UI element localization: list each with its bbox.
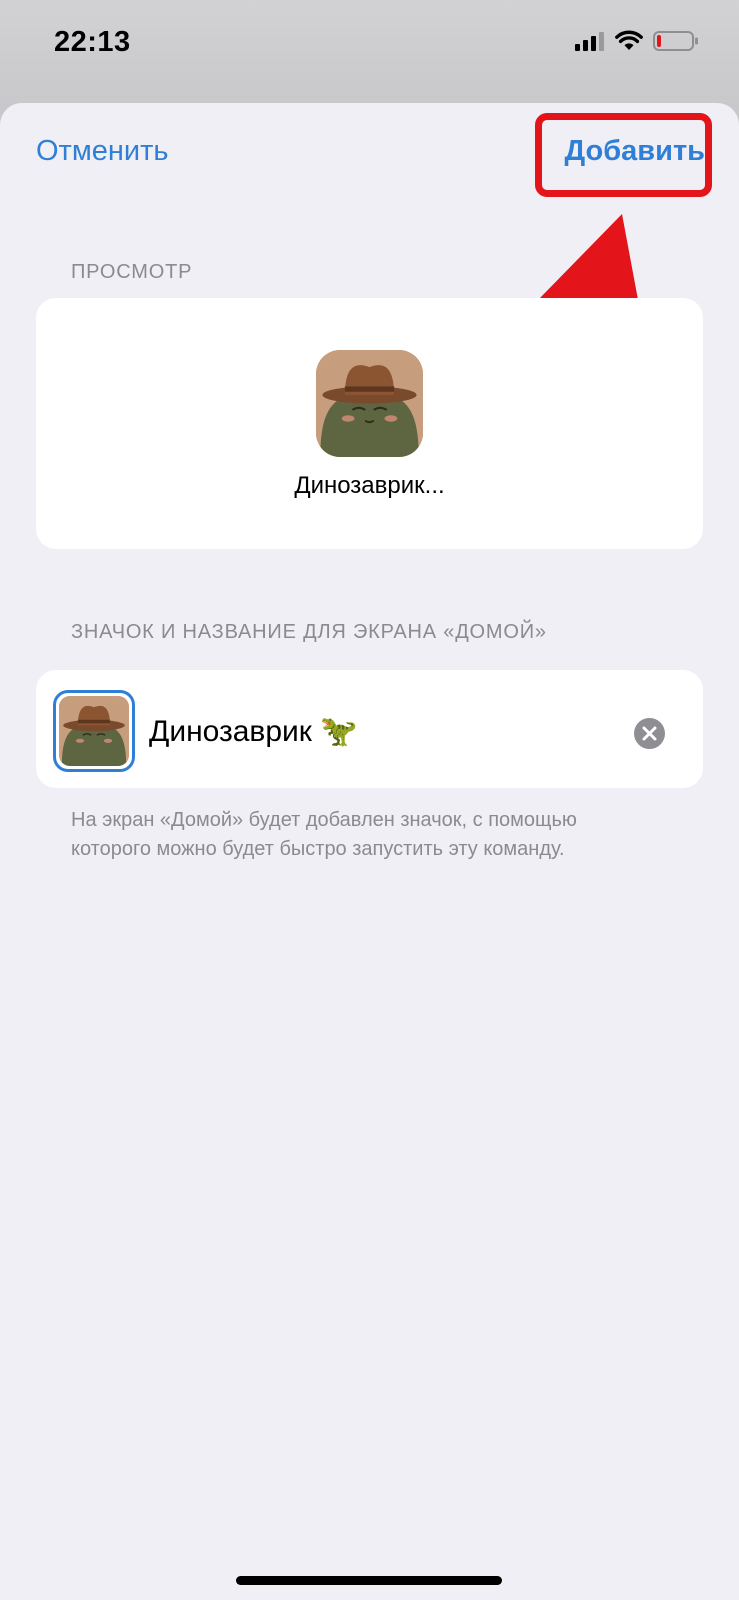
name-card xyxy=(36,670,703,788)
home-indicator[interactable] xyxy=(236,1576,502,1585)
status-icons xyxy=(575,30,699,52)
battery-icon xyxy=(653,31,698,51)
close-icon xyxy=(642,726,657,741)
icon-picker[interactable] xyxy=(53,690,135,772)
status-time: 22:13 xyxy=(54,26,131,58)
cowboy-frog-icon xyxy=(316,350,423,457)
screen: 22:13 Отменить Добавить ПРОСМОТР Динозав… xyxy=(0,0,739,1600)
preview-app-label: Динозаврик... xyxy=(294,472,445,499)
preview-section-header: ПРОСМОТР xyxy=(71,261,193,283)
home-screen-footnote: На экран «Домой» будет добавлен значок, … xyxy=(71,809,577,860)
home-screen-section-header: ЗНАЧОК И НАЗВАНИЕ ДЛЯ ЭКРАНА «ДОМОЙ» xyxy=(71,621,547,643)
shortcut-name-field[interactable]: Динозаврик 🦖 xyxy=(149,714,358,749)
clear-text-button[interactable] xyxy=(634,718,665,749)
annotation-highlight-box xyxy=(535,113,712,197)
signal-icon xyxy=(575,32,604,51)
cowboy-frog-icon xyxy=(59,696,129,766)
wifi-icon xyxy=(615,30,643,50)
status-bar: 22:13 xyxy=(0,0,739,92)
cancel-button[interactable]: Отменить xyxy=(36,135,169,168)
